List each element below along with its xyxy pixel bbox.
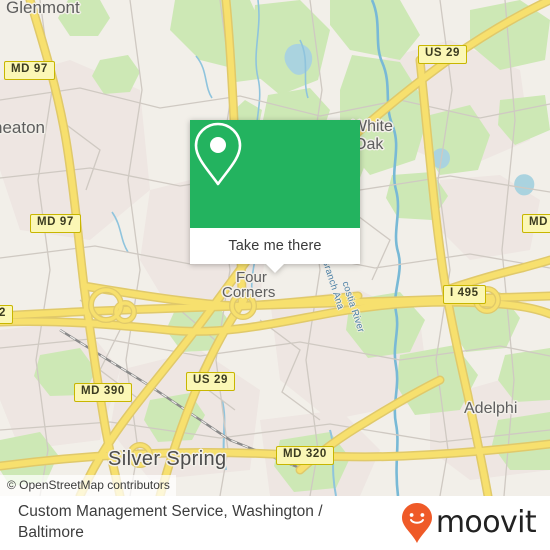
popup-pointer-tail [266, 264, 284, 273]
location-popup-card[interactable]: Take me there [190, 120, 360, 273]
moovit-map-screenshot: Glenmont heaton White Oak Four Corners S… [0, 0, 550, 550]
map-canvas[interactable]: Glenmont heaton White Oak Four Corners S… [0, 0, 550, 496]
route-shield-md-97-mid[interactable]: MD 97 [30, 214, 81, 233]
route-shield-md-212[interactable]: MD 2 [522, 214, 550, 233]
popup-header [190, 120, 360, 228]
route-shield-us-29-south[interactable]: US 29 [186, 372, 235, 391]
route-shield-md-97-north[interactable]: MD 97 [4, 61, 55, 80]
footer-bar: Custom Management Service, Washington / … [0, 496, 550, 550]
osm-attribution[interactable]: © OpenStreetMap contributors [0, 475, 176, 496]
route-shield-us-29-north[interactable]: US 29 [418, 45, 467, 64]
page-title: Custom Management Service, Washington / … [18, 503, 323, 541]
route-shield-md-320[interactable]: MD 320 [276, 446, 334, 465]
route-shield-left-edge[interactable]: 2 [0, 305, 13, 324]
location-pin-icon [194, 122, 242, 186]
take-me-there-label: Take me there [228, 238, 322, 254]
route-shield-i-495[interactable]: I 495 [443, 285, 486, 304]
moovit-brand[interactable]: moovit [400, 502, 537, 544]
route-shield-md-390[interactable]: MD 390 [74, 383, 132, 402]
moovit-wordmark: moovit [435, 505, 537, 540]
popup-action-row[interactable]: Take me there [190, 228, 360, 264]
moovit-smiley-pin-icon [401, 503, 432, 543]
